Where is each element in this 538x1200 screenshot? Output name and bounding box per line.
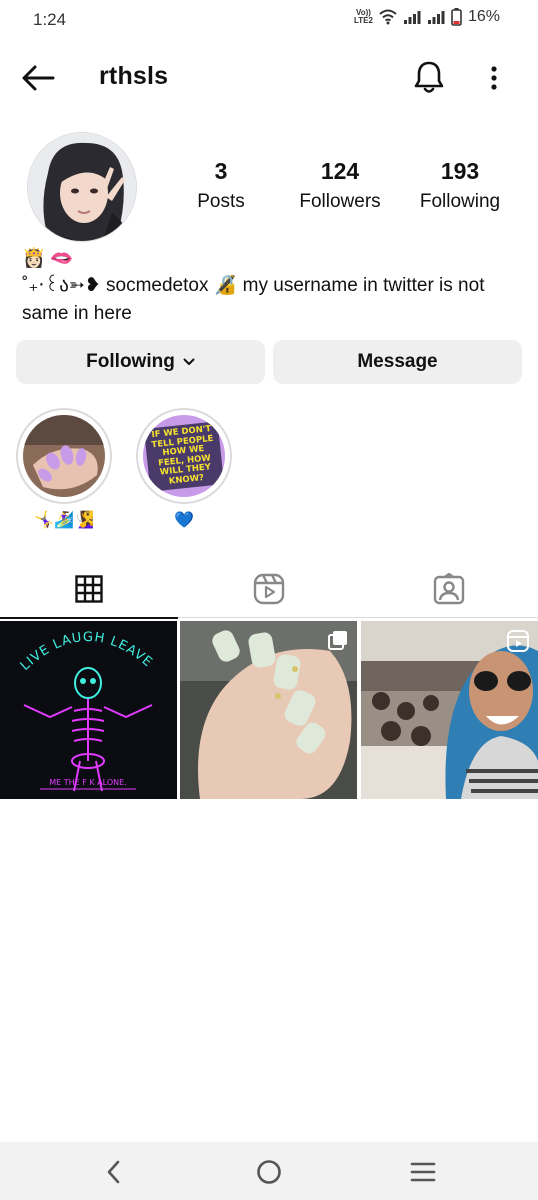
system-navigation-bar (0, 1142, 538, 1200)
back-arrow-icon (22, 65, 55, 91)
following-button[interactable]: Following (16, 340, 265, 384)
message-button-label: Message (357, 351, 438, 372)
highlight-label: 💙 (174, 512, 194, 529)
nav-back-button[interactable] (94, 1156, 134, 1188)
carousel-icon (328, 631, 347, 650)
bio-text: ˚₊‧꒰ა➳❥ socmedetox 🔏 my username in twit… (22, 275, 485, 324)
following-button-label: Following (86, 351, 175, 372)
chevron-left-icon (107, 1160, 120, 1184)
reel-icon (507, 630, 529, 652)
profile-header: rthsls (0, 50, 538, 106)
highlight-cover-nails (23, 415, 105, 497)
posts-count: 3 (214, 158, 228, 184)
more-vertical-icon (491, 66, 497, 90)
signal-icon-2 (427, 11, 445, 24)
tab-tagged[interactable] (360, 560, 538, 618)
avatar-photo (28, 133, 136, 241)
profile-username: rthsls (99, 62, 169, 90)
story-highlight[interactable]: IF WE DON'T TELL PEOPLE HOW WE FEEL, HOW… (136, 408, 232, 530)
battery-icon (451, 8, 462, 26)
post-neon-subtitle: ME THE F K ALONE. (49, 778, 126, 787)
nav-home-button[interactable] (249, 1156, 289, 1188)
status-bar: 1:24 Vo)) LTE2 16% (0, 0, 538, 40)
highlight-ring (16, 408, 112, 504)
battery-percent: 16% (467, 8, 500, 25)
story-highlight[interactable]: 🤸‍♀️🏄‍♀️🧏‍♀️ (16, 408, 112, 530)
wifi-icon (379, 9, 397, 25)
posts-stat[interactable]: 3 Posts (181, 158, 261, 213)
post-thumbnail[interactable] (361, 621, 538, 799)
highlight-label: 🤸‍♀️🏄‍♀️🧏‍♀️ (34, 512, 94, 529)
tab-grid[interactable] (0, 560, 178, 619)
active-tab-indicator (0, 617, 178, 619)
status-time: 1:24 (33, 10, 67, 29)
notifications-button[interactable] (412, 59, 446, 95)
reels-icon (253, 573, 285, 605)
lips-emoji: 🫦 (49, 248, 74, 269)
signal-icon (403, 11, 421, 24)
chevron-down-icon (183, 358, 195, 365)
highlight-cover-text: IF WE DON'T TELL PEOPLE HOW WE FEEL, HOW… (143, 420, 225, 492)
profile-tabs (0, 560, 538, 619)
tab-reels[interactable] (180, 560, 358, 618)
princess-emoji: 👸🏻 (22, 248, 46, 269)
highlight-ring: IF WE DON'T TELL PEOPLE HOW WE FEEL, HOW… (136, 408, 232, 504)
following-count: 193 (440, 158, 480, 184)
home-circle-icon (257, 1160, 281, 1184)
message-button[interactable]: Message (273, 340, 522, 384)
followers-count: 124 (320, 158, 360, 184)
back-button[interactable] (20, 62, 56, 94)
highlight-cover-quote: IF WE DON'T TELL PEOPLE HOW WE FEEL, HOW… (143, 415, 225, 497)
volte-indicator: Vo)) LTE2 (354, 8, 373, 25)
followers-label: Followers (299, 191, 381, 212)
followers-stat[interactable]: 124 Followers (290, 158, 390, 213)
post-thumbnail[interactable] (180, 621, 357, 799)
more-options-button[interactable] (482, 62, 506, 94)
nav-recents-button[interactable] (403, 1156, 443, 1188)
following-label: Following (419, 191, 501, 212)
posts-label: Posts (197, 191, 245, 212)
posts-grid: LIVE LAUGH LEAVE ME THE F K ALONE. (0, 621, 538, 799)
post-image-skeleton: LIVE LAUGH LEAVE ME THE F K ALONE. (0, 621, 177, 799)
bell-icon (414, 61, 444, 93)
grid-icon (75, 575, 103, 603)
status-icons: Vo)) LTE2 16% (354, 8, 500, 26)
menu-icon (410, 1162, 436, 1182)
tagged-icon (433, 573, 465, 605)
bio-emoji-line: 👸🏻 🫦 (22, 246, 73, 270)
post-thumbnail[interactable]: LIVE LAUGH LEAVE ME THE F K ALONE. (0, 621, 177, 799)
profile-avatar[interactable] (27, 132, 137, 242)
following-stat[interactable]: 193 Following (410, 158, 510, 213)
